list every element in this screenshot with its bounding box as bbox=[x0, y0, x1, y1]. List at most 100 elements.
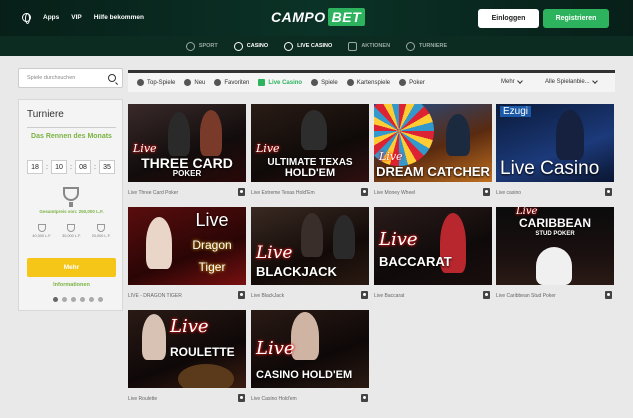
bookmark-icon[interactable] bbox=[605, 291, 612, 299]
game-caption: Live Money Wheel bbox=[374, 190, 416, 196]
nav-help[interactable]: Hilfe bekommen bbox=[94, 14, 144, 21]
panel-title: Turniere bbox=[27, 109, 64, 120]
bookmark-icon[interactable] bbox=[605, 188, 612, 196]
filter-games[interactable]: Spiele bbox=[311, 79, 338, 86]
soccer-ball-icon bbox=[185, 41, 195, 51]
login-button[interactable]: Einloggen bbox=[478, 9, 539, 28]
game-caption: Live Caribbean Stud Poker bbox=[496, 293, 556, 299]
filter-favorites[interactable]: Favoriten bbox=[214, 79, 249, 86]
nav-apps[interactable]: Apps bbox=[43, 14, 59, 21]
dealer-image bbox=[301, 110, 327, 150]
bookmark-icon[interactable] bbox=[238, 188, 245, 196]
trophy-icon bbox=[63, 187, 79, 207]
nav-promotions[interactable]: AKTIONEN bbox=[348, 41, 390, 51]
game-caption: Live casino bbox=[496, 190, 522, 196]
carousel-dot[interactable] bbox=[80, 297, 85, 302]
carousel-dot[interactable] bbox=[89, 297, 94, 302]
game-tile-caribbean-stud-poker[interactable]: Live CARIBBEAN STUD POKER bbox=[496, 207, 614, 285]
bookmark-icon[interactable] bbox=[483, 291, 490, 299]
cards-icon bbox=[346, 79, 354, 86]
register-button[interactable]: Registrieren bbox=[543, 9, 609, 28]
nav-vip[interactable]: VIP bbox=[71, 14, 81, 21]
game-tile-ultimate-texas-holdem[interactable]: Live ULTIMATE TEXAS HOLD'EM bbox=[251, 104, 369, 182]
provider-dropdown[interactable]: Alle Spielanbie... bbox=[545, 78, 598, 85]
total-prize: Gesamtpreis von: 250,000 L.F. bbox=[39, 209, 104, 214]
game-tile-baccarat[interactable]: Live BACCARAT bbox=[374, 207, 492, 285]
timer-hours: 10 bbox=[51, 160, 67, 174]
chevron-down-icon bbox=[516, 78, 523, 84]
game-caption: Live Extreme Texas Hold'Em bbox=[251, 190, 315, 196]
nav-sport[interactable]: SPORT bbox=[185, 41, 218, 51]
roulette-wheel-image bbox=[178, 364, 234, 388]
carousel-dot[interactable] bbox=[98, 297, 103, 302]
carousel-dot[interactable] bbox=[53, 297, 58, 302]
game-tile-blackjack[interactable]: Live BLACKJACK bbox=[251, 207, 369, 285]
game-tile-dream-catcher[interactable]: Live DREAM CATCHER bbox=[374, 104, 492, 182]
dealer-image bbox=[333, 215, 355, 259]
tournament-panel: Turniere Das Rennen des Monats 18 : 10 :… bbox=[18, 99, 123, 311]
race-title: Das Rennen des Monats bbox=[31, 133, 112, 140]
bookmark-icon[interactable] bbox=[238, 394, 245, 402]
dealer-image bbox=[536, 247, 572, 285]
info-link[interactable]: Informationen bbox=[27, 282, 116, 288]
trophy-icon bbox=[37, 224, 46, 232]
nav-casino[interactable]: CASINO bbox=[233, 41, 268, 51]
main-nav: SPORT CASINO LIVE CASINO AKTIONEN TURNIE… bbox=[0, 36, 633, 56]
bookmark-icon[interactable] bbox=[361, 394, 368, 402]
nav-tournaments[interactable]: TURNIERE bbox=[406, 41, 447, 51]
filter-new[interactable]: Neu bbox=[184, 79, 205, 86]
game-tile-live-casino[interactable]: Ezugi Live Casino bbox=[496, 104, 614, 182]
game-caption: Live Roulette bbox=[128, 396, 158, 402]
live-camera-icon bbox=[258, 79, 266, 86]
site-logo[interactable]: CAMPO BET bbox=[271, 8, 366, 26]
prize-first: 40,000 L.F. bbox=[32, 224, 51, 238]
more-categories-dropdown[interactable]: Mehr bbox=[501, 78, 523, 85]
dealer-image bbox=[556, 110, 584, 160]
trophy-icon bbox=[97, 224, 106, 232]
chevron-down-icon bbox=[591, 78, 598, 84]
trophy-icon bbox=[67, 224, 76, 232]
carousel-dots bbox=[53, 297, 103, 302]
game-tile-three-card-poker[interactable]: Live THREE CARD POKER bbox=[128, 104, 246, 182]
filter-top-games[interactable]: Top-Spiele bbox=[137, 79, 175, 86]
carousel-dot[interactable] bbox=[62, 297, 67, 302]
gift-icon bbox=[348, 41, 358, 51]
bookmark-icon[interactable] bbox=[361, 291, 368, 299]
dealer-image bbox=[291, 312, 319, 360]
bookmark-icon[interactable] bbox=[238, 291, 245, 299]
dealer-image bbox=[200, 110, 222, 156]
bookmark-icon[interactable] bbox=[361, 188, 368, 196]
prize-second: 30,000 L.F. bbox=[62, 224, 81, 238]
ezugi-logo: Ezugi bbox=[500, 106, 532, 117]
category-filter-bar: Top-Spiele Neu Favoriten Live Casino Spi… bbox=[128, 70, 615, 92]
slot-icon bbox=[311, 79, 319, 86]
filter-live-casino[interactable]: Live Casino bbox=[258, 79, 302, 86]
game-tile-dragon-tiger[interactable]: Live Dragon Tiger bbox=[128, 207, 246, 285]
filter-card-games[interactable]: Kartenspiele bbox=[346, 79, 390, 86]
game-tile-roulette[interactable]: Live ROULETTE bbox=[128, 310, 246, 388]
dealer-image bbox=[168, 112, 190, 156]
game-caption: Live Three Card Poker bbox=[128, 190, 179, 196]
search-icon[interactable] bbox=[108, 74, 116, 82]
nav-live-casino[interactable]: LIVE CASINO bbox=[284, 41, 332, 51]
filter-poker[interactable]: Poker bbox=[399, 79, 425, 86]
game-tile-casino-holdem[interactable]: Live CASINO HOLD'EM bbox=[251, 310, 369, 388]
bookmark-icon[interactable] bbox=[483, 188, 490, 196]
prize-list: 40,000 L.F. 30,000 L.F. 20,000 L.F. bbox=[27, 224, 116, 238]
trophy-icon bbox=[406, 41, 416, 51]
dealer-image bbox=[301, 213, 323, 257]
top-header: Apps VIP Hilfe bekommen CAMPO BET Einlog… bbox=[0, 0, 633, 36]
search-input[interactable]: Spiele durchsuchen bbox=[18, 68, 123, 88]
dealer-image bbox=[146, 217, 172, 269]
globe-icon[interactable] bbox=[22, 13, 31, 24]
game-caption: Live Casino Hold'em bbox=[251, 396, 297, 402]
dealer-image bbox=[446, 114, 470, 156]
star-icon bbox=[137, 79, 144, 86]
divider bbox=[27, 127, 116, 128]
heart-icon bbox=[214, 79, 222, 86]
timer-days: 18 bbox=[27, 160, 43, 174]
more-button[interactable]: Mehr bbox=[27, 258, 116, 277]
casino-chip-icon bbox=[233, 41, 243, 51]
carousel-dot[interactable] bbox=[71, 297, 76, 302]
timer-seconds: 35 bbox=[99, 160, 115, 174]
